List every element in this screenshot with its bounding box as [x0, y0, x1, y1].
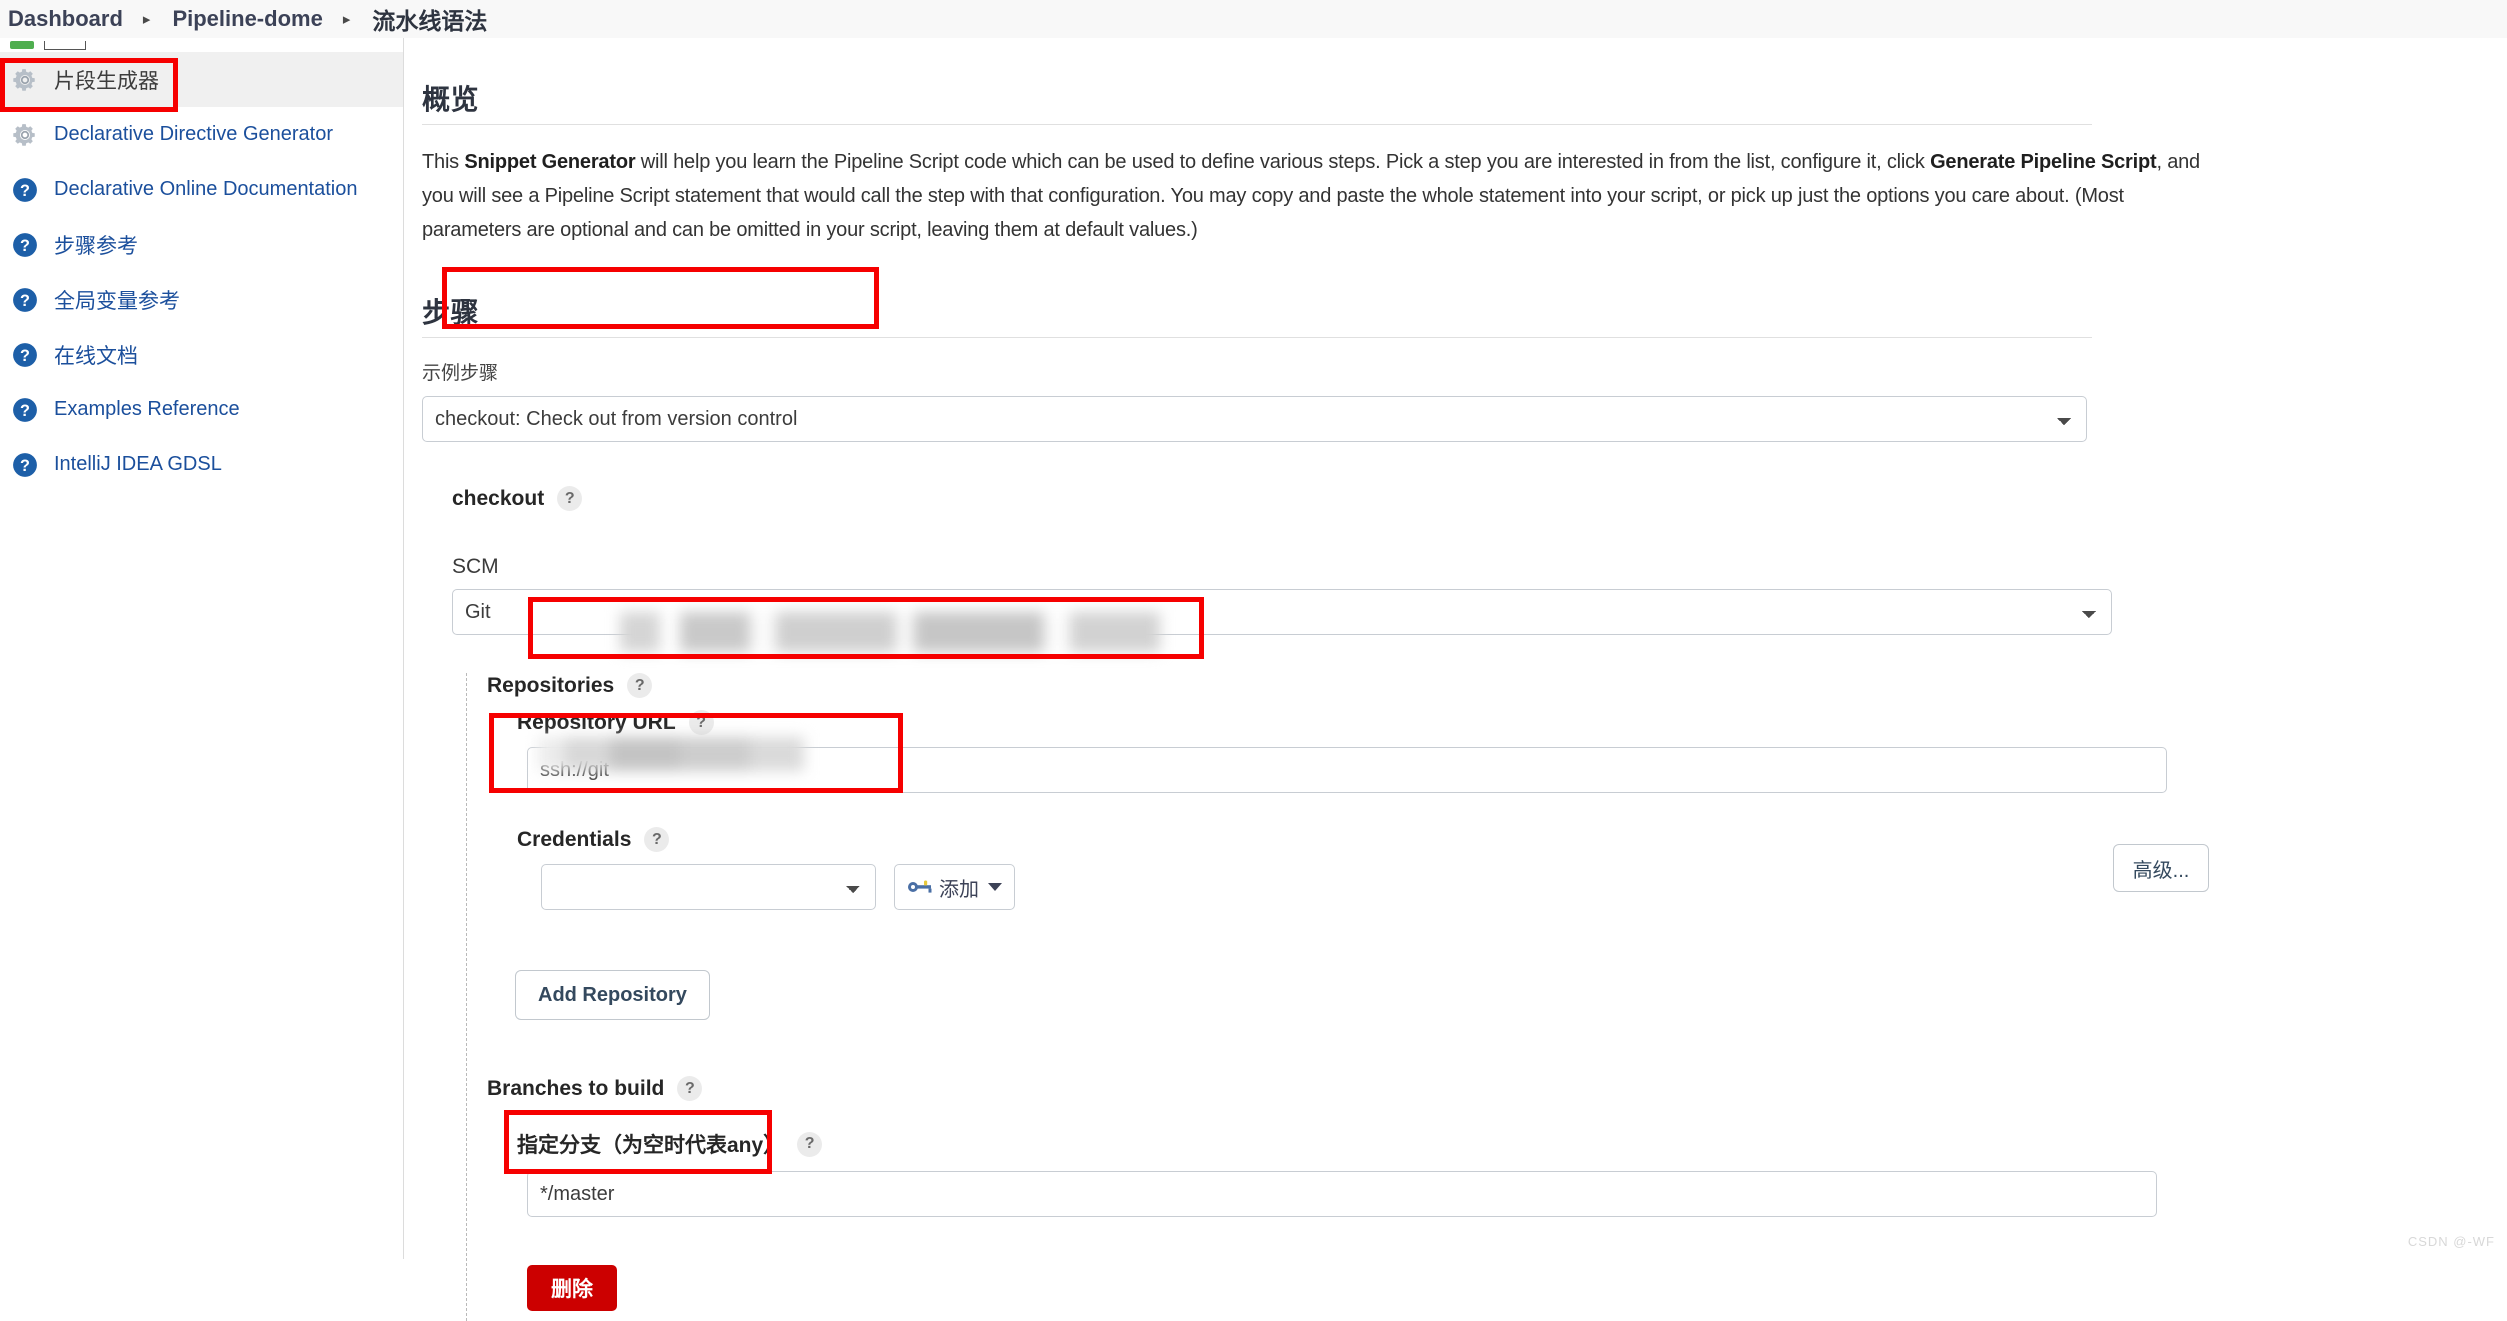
- help-circle-icon: ?: [13, 452, 37, 477]
- branches-to-build-label: Branches to build: [487, 1076, 665, 1100]
- repositories-label-row: Repositories ?: [487, 673, 2507, 698]
- overview-paragraph: This Snippet Generator will help you lea…: [422, 145, 2212, 247]
- steps-title: 步骤: [422, 297, 480, 328]
- branch-specifier-field: 指定分支（为空时代表any） ?: [487, 1129, 2507, 1217]
- breadcrumb-item-pipeline-dome[interactable]: Pipeline-dome: [172, 6, 322, 32]
- checkout-block: checkout ? SCM Git Repositories ? Reposi…: [422, 486, 2507, 1321]
- svg-text:?: ?: [20, 346, 30, 364]
- sidebar: 片段生成器 Declarative Directive Generator ? …: [0, 38, 404, 1259]
- partial-text-glyph: [44, 40, 86, 50]
- add-credentials-button[interactable]: 添加: [894, 864, 1015, 910]
- help-circle-icon: ?: [13, 232, 37, 257]
- advanced-button[interactable]: 高级...: [2113, 844, 2209, 892]
- watermark: CSDN @-WF: [2407, 1234, 2495, 1249]
- overview-bold-snippet-generator: Snippet Generator: [464, 151, 636, 173]
- repository-url-label-row: Repository URL ?: [517, 710, 2507, 735]
- add-credentials-label: 添加: [939, 878, 979, 901]
- help-icon-repositories[interactable]: ?: [627, 673, 653, 698]
- branch-specifier-input[interactable]: [527, 1171, 2157, 1217]
- credentials-label: Credentials: [517, 827, 632, 851]
- branches-group: Branches to build ? 指定分支（为空时代表any） ? 删: [487, 1076, 2507, 1311]
- breadcrumb-item-pipeline-syntax[interactable]: 流水线语法: [372, 2, 487, 36]
- svg-text:?: ?: [20, 401, 30, 419]
- sidebar-item-declarative-online-documentation[interactable]: ? Declarative Online Documentation: [0, 162, 403, 217]
- svg-text:?: ?: [20, 291, 30, 309]
- sidebar-item-label: 片段生成器: [54, 69, 159, 93]
- repositories-label: Repositories: [487, 673, 615, 697]
- breadcrumb-separator: ▸: [142, 11, 151, 28]
- svg-text:?: ?: [20, 236, 30, 254]
- repositories-group: Repositories ? Repository URL ? ssh://gi…: [466, 673, 2507, 1321]
- help-icon-repository-url[interactable]: ?: [688, 710, 714, 735]
- gear-icon: [13, 123, 35, 146]
- breadcrumb-separator: ▸: [342, 11, 351, 28]
- repository-url-label: Repository URL: [517, 710, 676, 734]
- sidebar-item-label: Declarative Directive Generator: [54, 123, 333, 145]
- sidebar-item-global-variable-reference[interactable]: ? 全局变量参考: [0, 272, 403, 327]
- sidebar-truncated-item: [0, 38, 403, 52]
- help-circle-icon: ?: [13, 342, 37, 367]
- overview-text-2: will help you learn the Pipeline Script …: [635, 151, 1931, 173]
- branches-label-row: Branches to build ?: [487, 1076, 2507, 1101]
- sample-step-label: 示例步骤: [422, 363, 499, 384]
- overview-text-1: This: [422, 151, 465, 173]
- branch-specifier-label-row: 指定分支（为空时代表any） ?: [517, 1129, 2507, 1159]
- sample-step-select[interactable]: checkout: Check out from version control: [422, 396, 2087, 442]
- divider: [422, 124, 2092, 125]
- svg-text:?: ?: [20, 181, 30, 199]
- repository-url-field: Repository URL ?: [487, 710, 2507, 793]
- repository-url-input[interactable]: [527, 747, 2167, 793]
- sidebar-item-label: Declarative Online Documentation: [54, 178, 358, 200]
- chevron-down-icon: [988, 883, 1002, 891]
- sidebar-item-online-documentation[interactable]: ? 在线文档: [0, 327, 403, 382]
- help-icon-branches[interactable]: ?: [677, 1076, 703, 1101]
- gear-icon: [13, 68, 35, 91]
- svg-text:?: ?: [20, 456, 30, 474]
- main-content: 概览 This Snippet Generator will help you …: [404, 38, 2507, 1321]
- scm-select[interactable]: Git: [452, 589, 2112, 635]
- page-title: 概览: [422, 84, 480, 115]
- help-circle-icon: ?: [13, 397, 37, 422]
- help-icon-credentials[interactable]: ?: [644, 827, 670, 852]
- divider: [422, 337, 2092, 338]
- sidebar-item-label: IntelliJ IDEA GDSL: [54, 453, 222, 475]
- overview-bold-generate-pipeline-script: Generate Pipeline Script: [1930, 151, 2157, 173]
- sidebar-item-label: Examples Reference: [54, 398, 240, 420]
- sidebar-item-intellij-idea-gdsl[interactable]: ? IntelliJ IDEA GDSL: [0, 437, 403, 492]
- branch-specifier-label: 指定分支（为空时代表any）: [517, 1134, 785, 1157]
- sidebar-item-label: 步骤参考: [54, 234, 138, 258]
- status-bar-green-icon: [10, 41, 34, 49]
- delete-button[interactable]: 删除: [527, 1265, 617, 1311]
- sidebar-item-examples-reference[interactable]: ? Examples Reference: [0, 382, 403, 437]
- help-circle-icon: ?: [13, 287, 37, 312]
- credentials-row: 添加: [541, 864, 2507, 910]
- sidebar-item-step-reference[interactable]: ? 步骤参考: [0, 217, 403, 272]
- sidebar-item-label: 全局变量参考: [54, 289, 180, 313]
- credentials-select[interactable]: [541, 864, 876, 910]
- breadcrumb-item-dashboard[interactable]: Dashboard: [8, 6, 123, 32]
- help-circle-icon: ?: [13, 177, 37, 202]
- checkout-label: checkout: [452, 486, 545, 510]
- help-icon-branch-specifier[interactable]: ?: [797, 1131, 823, 1157]
- sidebar-item-declarative-directive-generator[interactable]: Declarative Directive Generator: [0, 107, 403, 162]
- checkout-heading: checkout ?: [452, 486, 2507, 511]
- sidebar-item-label: 在线文档: [54, 344, 138, 368]
- add-repository-button[interactable]: Add Repository: [515, 970, 710, 1020]
- scm-label: SCM: [452, 555, 499, 578]
- key-icon: [908, 880, 932, 893]
- breadcrumb: Dashboard ▸ Pipeline-dome ▸ 流水线语法: [0, 0, 2507, 38]
- help-icon-checkout[interactable]: ?: [557, 486, 583, 511]
- sidebar-item-snippet-generator[interactable]: 片段生成器: [0, 52, 403, 107]
